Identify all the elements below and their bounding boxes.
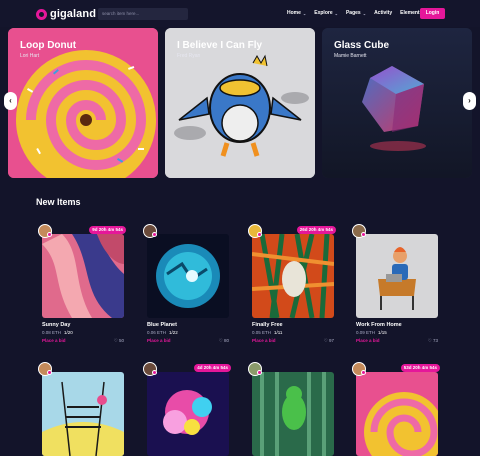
- likes-count[interactable]: ♡ 80: [219, 338, 229, 344]
- slide-author: Mamie Barnett: [334, 53, 367, 59]
- countdown-timer: 9d 20h 4m 54s: [89, 226, 126, 234]
- chevron-down-icon: ⌄: [362, 10, 367, 16]
- price-value: 0.08 ETH: [42, 330, 62, 335]
- countdown-timer: 26d 20h 4m 54s: [296, 226, 336, 234]
- item-price: 0.08 ETH 1/20: [42, 330, 73, 335]
- edition: 1/15: [378, 330, 387, 335]
- edition: 1/22: [169, 330, 178, 335]
- logo[interactable]: gigaland: [36, 7, 96, 21]
- likes-value: 50: [118, 338, 124, 343]
- slide-title: Loop Donut: [20, 40, 77, 51]
- nav-label: Activity: [374, 10, 393, 16]
- item-price: 0.05 ETH 1/11: [252, 330, 282, 335]
- verified-icon: [361, 232, 366, 237]
- nav-item-home[interactable]: Home ⌄: [287, 10, 306, 16]
- verified-icon: [152, 232, 157, 237]
- price-value: 0.09 ETH: [356, 330, 376, 335]
- likes-count[interactable]: ♡ 73: [428, 338, 438, 344]
- carousel-prev-button[interactable]: ‹: [4, 92, 17, 110]
- verified-icon: [47, 370, 52, 375]
- item-name[interactable]: Work From Home: [356, 322, 402, 328]
- countdown-timer: 53d 20h 4m 54s: [400, 364, 440, 372]
- nft-image[interactable]: [147, 372, 229, 456]
- likes-value: 73: [432, 338, 438, 343]
- nft-image[interactable]: [252, 372, 334, 456]
- slide-title: Glass Cube: [334, 40, 390, 51]
- nft-image[interactable]: [356, 372, 438, 456]
- chevron-down-icon: ⌄: [334, 10, 338, 16]
- item-name[interactable]: Sunny Day: [42, 322, 70, 328]
- nft-image[interactable]: [147, 234, 229, 318]
- countdown-timer: 4d 20h 4m 54s: [194, 364, 231, 372]
- nft-image[interactable]: [252, 234, 334, 318]
- edition: 1/11: [274, 330, 283, 335]
- carousel-slide[interactable]: I Believe I Can Fly Fred Ryan: [165, 28, 315, 178]
- price-value: 0.06 ETH: [147, 330, 167, 335]
- carousel-slide[interactable]: Glass Cube Mamie Barnett: [322, 28, 472, 178]
- item-name[interactable]: Finally Free: [252, 322, 283, 328]
- verified-icon: [47, 232, 52, 237]
- likes-value: 97: [328, 338, 334, 343]
- new-items-title: New Items: [36, 197, 81, 207]
- nft-image[interactable]: [356, 234, 438, 318]
- edition: 1/20: [64, 330, 73, 335]
- verified-icon: [257, 370, 262, 375]
- search-input[interactable]: search item here...: [98, 8, 188, 20]
- likes-count[interactable]: ♡ 97: [324, 338, 334, 344]
- featured-carousel: Loop Donut Lori Hart I Believe I Can Fly…: [0, 28, 480, 178]
- nav-item-explore[interactable]: Explore ⌄: [314, 10, 338, 16]
- verified-icon: [152, 370, 157, 375]
- likes-count[interactable]: ♡ 50: [114, 338, 124, 344]
- nav-label: Home: [287, 10, 301, 16]
- item-price: 0.06 ETH 1/22: [147, 330, 178, 335]
- login-button[interactable]: Login: [420, 8, 445, 19]
- nav-label: Explore: [314, 10, 333, 16]
- logo-icon: [36, 8, 47, 20]
- slide-author: Fred Ryan: [177, 53, 201, 59]
- item-name[interactable]: Blue Planet: [147, 322, 177, 328]
- nav-item-pages[interactable]: Pages ⌄: [346, 10, 366, 16]
- chevron-down-icon: ⌄: [302, 10, 307, 16]
- top-header: gigaland search item here... Home ⌄ Explo…: [0, 0, 480, 27]
- slide-author: Lori Hart: [20, 53, 40, 59]
- nft-image[interactable]: [42, 372, 124, 456]
- nav-label: Pages: [345, 10, 361, 16]
- item-price: 0.09 ETH 1/15: [356, 330, 387, 335]
- nav-item-activity[interactable]: Activity: [374, 10, 392, 16]
- carousel-slide[interactable]: Loop Donut Lori Hart: [8, 28, 158, 178]
- likes-value: 80: [223, 338, 229, 343]
- price-value: 0.05 ETH: [252, 330, 272, 335]
- carousel-next-button[interactable]: ›: [463, 92, 476, 110]
- place-bid-link[interactable]: Place a bid: [356, 338, 380, 343]
- main-nav: Home⌄ Explore⌄ Pages⌄ Activity Elements⌄: [287, 10, 428, 16]
- nft-image[interactable]: [42, 234, 124, 318]
- verified-icon: [257, 232, 262, 237]
- slide-title: I Believe I Can Fly: [177, 40, 263, 51]
- place-bid-link[interactable]: Place a bid: [147, 338, 171, 343]
- place-bid-link[interactable]: Place a bid: [42, 338, 66, 343]
- verified-icon: [361, 370, 366, 375]
- place-bid-link[interactable]: Place a bid: [252, 338, 276, 343]
- logo-text: gigaland: [50, 8, 97, 20]
